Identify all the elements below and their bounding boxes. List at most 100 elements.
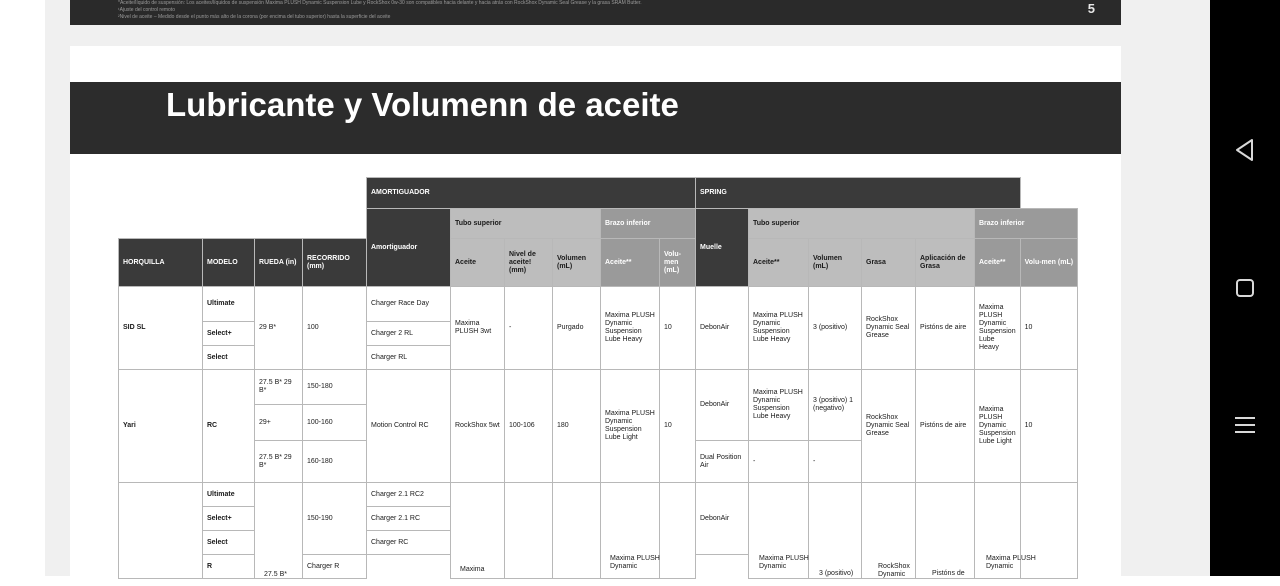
lower-volume: 10 [659, 286, 696, 370]
grease: RockShox Dynamic Seal Grease [861, 286, 916, 370]
wheel-size: 29+ [254, 404, 303, 441]
back-button[interactable] [1232, 137, 1258, 163]
col-aceite: Aceite [450, 238, 505, 287]
col-aceite-spring: Aceite** [748, 238, 809, 287]
col-modelo: MODELO [202, 238, 255, 287]
home-icon [1236, 279, 1254, 297]
spring-type: DebonAir [695, 369, 749, 441]
grease: RockShox Dynamic Seal Grease [861, 369, 916, 483]
spring-lower-oil: Maxima PLUSH Dynamic Suspension Lube Hea… [974, 286, 1021, 370]
oil-level: 100-106 [504, 369, 553, 483]
header-amortiguador: Amortiguador [366, 208, 451, 287]
page-title: Lubricante y Volumenn de aceite [166, 86, 679, 123]
model-name: R [202, 554, 255, 579]
lower-oil: Maxima PLUSH Dynamic Suspension Lube Lig… [600, 369, 660, 483]
lower-oil-partial: Maxima PLUSH Dynamic [610, 555, 660, 570]
oil-level [504, 482, 553, 579]
travel: 150-190 [302, 482, 367, 555]
col-recorrido: RECORRIDO (mm) [302, 238, 367, 287]
travel: 100-160 [302, 404, 367, 441]
spring-upper-oil: Maxima PLUSH Dynamic Suspension Lube Hea… [748, 369, 809, 441]
lower-volume: 10 [659, 369, 696, 483]
col-volumen: Volumen (mL) [552, 238, 601, 287]
spring-type: Dual Position Air [695, 440, 749, 483]
group-header-spring: SPRING [695, 177, 1021, 209]
damper: Charger RC [366, 530, 451, 555]
model-name: Ultimate [202, 482, 255, 507]
fork-name: SID SL [118, 286, 203, 370]
wheel-size: 27.5 B* 29 B* [254, 440, 303, 483]
back-icon [1236, 139, 1253, 161]
previous-page-footer: *Aceite/líquido de suspensión: Los aceit… [70, 0, 1121, 25]
upper-volume: 180 [552, 369, 601, 483]
col-nivel: Nivel de aceite! (mm) [504, 238, 553, 287]
lower-oil: Maxima PLUSH Dynamic Suspension Lube Hea… [600, 286, 660, 370]
col-rueda: RUEDA (in) [254, 238, 303, 287]
spring-upper-volume: 3 (positivo) [808, 286, 862, 370]
col-aceite-spring-bi: Aceite** [974, 238, 1021, 287]
grease-partial: RockShox Dynamic [878, 563, 910, 578]
footnote: ²Nivel de aceite – Medido desde el punto… [118, 14, 391, 20]
spring-lower-volume: 10 [1019, 286, 1079, 370]
menu-button[interactable] [1232, 412, 1258, 438]
model-name: Select+ [202, 506, 255, 531]
left-gutter [0, 0, 45, 576]
upper-volume [552, 482, 601, 579]
damper: Charger 2 RL [366, 321, 451, 346]
grease-application: Pistóns de aire [915, 286, 975, 370]
header-tubo-superior-spring: Tubo superior [748, 208, 975, 239]
model-name: RC [202, 369, 255, 483]
header-tubo-superior: Tubo superior [450, 208, 601, 239]
travel: 160-180 [302, 440, 367, 483]
spring-upper-volume: - [808, 440, 862, 483]
spring-upper-oil: - [748, 440, 809, 483]
upper-oil: Maxima PLUSH 3wt [450, 286, 505, 370]
lower-volume [659, 482, 696, 579]
fork-name [118, 482, 203, 579]
col-aceite-bi: Aceite** [600, 238, 660, 287]
spring-lower-volume: 10 [1019, 369, 1079, 483]
spring-lower-oil-partial: Maxima PLUSH Dynamic [986, 555, 1036, 570]
blank [119, 209, 367, 239]
spring-upper-oil-partial: Maxima PLUSH Dynamic [759, 555, 809, 570]
title-band: Lubricante y Volumenn de aceite [70, 82, 1121, 154]
spring-lower-oil: Maxima PLUSH Dynamic Suspension Lube Lig… [974, 369, 1021, 483]
damper: Charger RL [366, 345, 451, 370]
col-aplicacion: Aplicación de Grasa [915, 238, 975, 287]
header-brazo-inferior: Brazo inferior [600, 208, 696, 239]
footnote: ¹Ajuste del control remoto [118, 7, 175, 13]
blank [119, 178, 367, 209]
col-volumen-spring-bi: Volu-men (mL) [1019, 238, 1079, 287]
wheel-size [254, 482, 303, 579]
spring-upper-volume: 3 (positivo) 1 (negativo) [808, 369, 862, 441]
wheel-size: 29 B* [254, 286, 303, 370]
model-name: Select [202, 345, 255, 370]
upper-oil: RockShox 5wt [450, 369, 505, 483]
group-header-amortiguador: AMORTIGUADOR [366, 177, 696, 209]
fork-name: Yari [118, 369, 203, 483]
upper-oil [450, 482, 505, 579]
col-grasa: Grasa [861, 238, 916, 287]
upper-volume: Purgado [552, 286, 601, 370]
header-muelle: Muelle [695, 208, 749, 287]
col-volumen-bi: Volu-men (mL) [659, 238, 696, 287]
upper-oil-partial: Maxima [460, 566, 485, 573]
wheel-size-partial: 27.5 B* [264, 571, 287, 578]
home-button[interactable] [1232, 275, 1258, 301]
damper: Charger R [302, 554, 367, 579]
model-name: Select [202, 530, 255, 555]
travel: 100 [302, 286, 367, 370]
wheel-size: 27.5 B* 29 B* [254, 369, 303, 405]
android-navigation-bar [1210, 0, 1280, 576]
spring-upper-volume [808, 482, 862, 579]
model-name: Ultimate [202, 286, 255, 322]
menu-icon [1235, 417, 1255, 433]
grease-application: Pistóns de aire [915, 369, 975, 483]
spring-type: DebonAir [695, 286, 749, 370]
page-number: 5 [1087, 1, 1095, 16]
grease-application [915, 482, 975, 579]
model-name: Select+ [202, 321, 255, 346]
oil-level: - [504, 286, 553, 370]
travel: 150-180 [302, 369, 367, 405]
header-brazo-inferior-spring: Brazo inferior [973, 208, 1079, 239]
